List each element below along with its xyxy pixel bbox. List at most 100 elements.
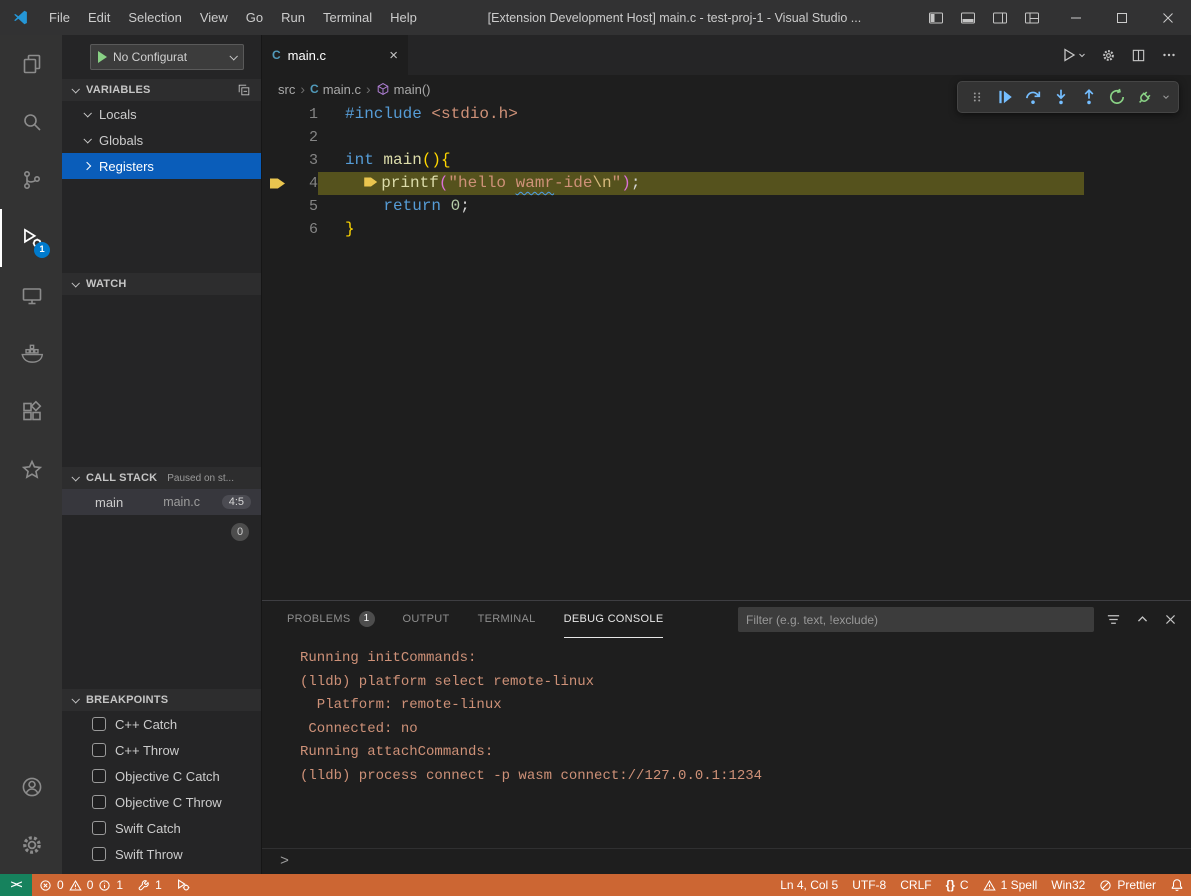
eol-indicator[interactable]: CRLF bbox=[893, 874, 938, 896]
breakpoint-checkbox[interactable] bbox=[92, 769, 106, 783]
activity-source-control[interactable] bbox=[0, 151, 62, 209]
debug-session-indicator[interactable] bbox=[169, 874, 197, 896]
formatter-indicator[interactable]: Prettier bbox=[1092, 874, 1163, 896]
code-text[interactable]: #include <stdio.h> bbox=[318, 103, 518, 126]
disconnect-button[interactable] bbox=[1131, 84, 1158, 110]
cursor-position[interactable]: Ln 4, Col 5 bbox=[773, 874, 845, 896]
maximize-panel-icon[interactable] bbox=[1136, 613, 1149, 626]
close-tab-icon[interactable]: × bbox=[389, 47, 398, 64]
menu-terminal[interactable]: Terminal bbox=[314, 0, 381, 35]
line-number: 5 bbox=[288, 198, 318, 215]
activity-docker[interactable] bbox=[0, 325, 62, 383]
bell-icon bbox=[1170, 878, 1184, 892]
breakpoint-row[interactable]: Objective C Catch bbox=[62, 763, 261, 789]
tools-indicator[interactable]: 1 bbox=[130, 874, 169, 896]
breakpoints-section-header[interactable]: BREAKPOINTS bbox=[62, 689, 261, 711]
debug-console-output[interactable]: Running initCommands:(lldb) platform sel… bbox=[262, 638, 1191, 874]
collapse-all-icon[interactable] bbox=[237, 83, 251, 97]
filter-options-icon[interactable] bbox=[1106, 612, 1121, 627]
more-actions-icon[interactable] bbox=[1161, 47, 1177, 63]
breakpoint-checkbox[interactable] bbox=[92, 847, 106, 861]
restart-button[interactable] bbox=[1103, 84, 1130, 110]
step-over-button[interactable] bbox=[1019, 84, 1046, 110]
maximize-button[interactable] bbox=[1099, 0, 1145, 35]
debug-console-input[interactable]: > bbox=[262, 848, 1191, 874]
platform-indicator[interactable]: Win32 bbox=[1044, 874, 1092, 896]
start-debug-icon[interactable] bbox=[98, 51, 107, 63]
code-text[interactable]: } bbox=[318, 218, 355, 241]
warning-icon bbox=[983, 879, 996, 892]
menu-help[interactable]: Help bbox=[381, 0, 426, 35]
code-text[interactable]: return 0; bbox=[318, 195, 470, 218]
remote-indicator[interactable]: >< bbox=[0, 874, 32, 896]
activity-explorer[interactable] bbox=[0, 35, 62, 93]
menu-view[interactable]: View bbox=[191, 0, 237, 35]
encoding-indicator[interactable]: UTF-8 bbox=[845, 874, 893, 896]
breakpoint-checkbox[interactable] bbox=[92, 743, 106, 757]
code-text[interactable]: printf("hello wamr-ide\n"); bbox=[318, 172, 1084, 195]
menu-selection[interactable]: Selection bbox=[119, 0, 190, 35]
activity-remote-explorer[interactable] bbox=[0, 267, 62, 325]
minimize-button[interactable] bbox=[1053, 0, 1099, 35]
toggle-sidebar-icon[interactable] bbox=[923, 5, 949, 31]
language-mode[interactable]: {} C bbox=[939, 874, 976, 896]
menu-file[interactable]: File bbox=[40, 0, 79, 35]
breakpoint-row[interactable]: C++ Catch bbox=[62, 711, 261, 737]
toggle-secondary-sidebar-icon[interactable] bbox=[987, 5, 1013, 31]
settings-icon[interactable] bbox=[1101, 48, 1116, 63]
stack-frame-row[interactable]: main main.c 4:5 bbox=[62, 489, 261, 515]
tab-main-c[interactable]: C main.c × bbox=[262, 35, 408, 75]
breakpoint-checkbox[interactable] bbox=[92, 717, 106, 731]
spell-checker-indicator[interactable]: 1 Spell bbox=[976, 874, 1045, 896]
breakpoint-checkbox[interactable] bbox=[92, 795, 106, 809]
menu-go[interactable]: Go bbox=[237, 0, 272, 35]
activity-settings[interactable] bbox=[0, 816, 62, 874]
line-number: 1 bbox=[288, 106, 318, 123]
breakpoint-row[interactable]: Objective C Throw bbox=[62, 789, 261, 815]
toolbar-gripper[interactable] bbox=[963, 84, 990, 110]
notifications-bell[interactable] bbox=[1163, 874, 1191, 896]
toggle-panel-icon[interactable] bbox=[955, 5, 981, 31]
continue-button[interactable] bbox=[991, 84, 1018, 110]
breadcrumb-item[interactable]: src bbox=[278, 82, 295, 97]
activity-accounts[interactable] bbox=[0, 758, 62, 816]
call-stack-section-header[interactable]: CALL STACK Paused on st... bbox=[62, 467, 261, 489]
activity-run-debug[interactable]: 1 bbox=[0, 209, 62, 267]
watch-section-header[interactable]: WATCH bbox=[62, 273, 261, 295]
breakpoint-row[interactable]: C++ Throw bbox=[62, 737, 261, 763]
split-editor-icon[interactable] bbox=[1131, 48, 1146, 63]
panel-tab-output[interactable]: OUTPUT bbox=[403, 601, 450, 638]
console-filter-input[interactable] bbox=[738, 607, 1094, 632]
customize-layout-icon[interactable] bbox=[1019, 5, 1045, 31]
step-into-button[interactable] bbox=[1047, 84, 1074, 110]
problems-indicator[interactable]: 0 0 1 bbox=[32, 874, 130, 896]
variables-item-locals[interactable]: Locals bbox=[62, 101, 261, 127]
run-file-icon[interactable] bbox=[1061, 47, 1086, 63]
panel-tab-debug-console[interactable]: DEBUG CONSOLE bbox=[564, 601, 664, 638]
variables-item-registers[interactable]: Registers bbox=[62, 153, 261, 179]
menu-run[interactable]: Run bbox=[272, 0, 314, 35]
breadcrumb-item[interactable]: Cmain.c bbox=[310, 82, 361, 97]
code-text[interactable]: int main(){ bbox=[318, 149, 451, 172]
step-out-button[interactable] bbox=[1075, 84, 1102, 110]
variables-item-globals[interactable]: Globals bbox=[62, 127, 261, 153]
panel-tab-terminal[interactable]: TERMINAL bbox=[478, 601, 536, 638]
breadcrumb-item[interactable]: main() bbox=[376, 82, 431, 97]
breakpoint-checkbox[interactable] bbox=[92, 821, 106, 835]
panel-tab-problems[interactable]: PROBLEMS1 bbox=[287, 601, 375, 638]
breadcrumb-separator: › bbox=[366, 81, 371, 97]
activity-extensions[interactable] bbox=[0, 383, 62, 441]
code-text[interactable] bbox=[318, 126, 345, 149]
activity-wamr-ide[interactable] bbox=[0, 441, 62, 499]
breakpoint-row[interactable]: Swift Throw bbox=[62, 841, 261, 867]
debug-configuration-dropdown[interactable]: No Configurat bbox=[90, 44, 244, 70]
code-editor[interactable]: 1#include <stdio.h>23int main(){4 printf… bbox=[262, 103, 1191, 241]
breakpoint-row[interactable]: Swift Catch bbox=[62, 815, 261, 841]
close-button[interactable] bbox=[1145, 0, 1191, 35]
chevron-down-icon[interactable] bbox=[1159, 84, 1173, 110]
variables-section-header[interactable]: VARIABLES bbox=[62, 79, 261, 101]
current-line-glyph[interactable] bbox=[262, 177, 288, 190]
close-panel-icon[interactable] bbox=[1164, 613, 1177, 626]
activity-search[interactable] bbox=[0, 93, 62, 151]
menu-edit[interactable]: Edit bbox=[79, 0, 119, 35]
